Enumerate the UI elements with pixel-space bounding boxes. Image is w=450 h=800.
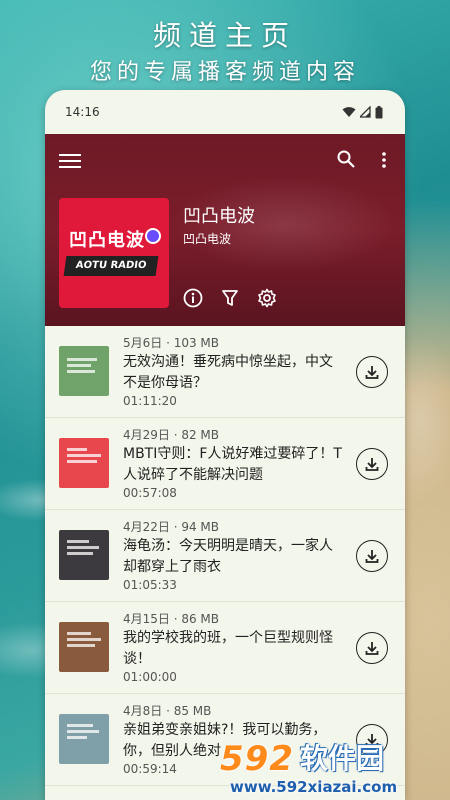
episode-date-size: 4月15日 · 86 MB (123, 612, 220, 626)
thumb-text-line (67, 730, 99, 733)
thumb-text-line (67, 552, 93, 555)
channel-author: 凹凸电波 (183, 232, 232, 246)
episode-title: MBTI守则：F人说好难过要碎了！T人说碎了不能解决问题 (123, 446, 342, 483)
site-watermark: 592 软件园 www.592xiazai.com (220, 742, 450, 800)
cover-band: AOTU RADIO (63, 256, 159, 276)
episode-thumbnail (59, 438, 109, 488)
channel-cover: 凹凸电波 AOTU RADIO (59, 198, 169, 308)
episode-title: 无效沟通！垂死病中惊坐起，中文不是你母语？ (123, 354, 333, 391)
promo-subtitle: 您的专属播客频道内容 (89, 60, 360, 85)
menu-icon-bar (59, 166, 81, 168)
episode-title: 海龟汤：今天明明是晴天，一家人却都穿上了雨衣 (123, 538, 333, 575)
channel-header: 凹凸电波 AOTU RADIO 凹凸电波 凹凸电波 (45, 134, 405, 326)
thumb-text-line (67, 540, 89, 543)
episode-thumbnail (59, 530, 109, 580)
episode-title: 我的学校我的班，一个巨型规则怪谈！ (123, 630, 333, 667)
header-actions (183, 288, 277, 308)
thumb-text-line (67, 736, 87, 739)
episode-thumbnail (59, 714, 109, 764)
battery-icon (375, 105, 383, 118)
cover-logo: 凹凸电波 (69, 230, 145, 251)
episode-duration: 01:11:20 (123, 394, 177, 408)
episode-date-size: 4月29日 · 82 MB (123, 428, 220, 442)
episode-duration: 00:57:08 (123, 486, 177, 500)
episode-duration: 01:00:00 (123, 670, 177, 684)
channel-title: 凹凸电波 (183, 206, 255, 227)
episode-date-size: 5月6日 · 103 MB (123, 336, 220, 350)
thumb-text-line (67, 638, 101, 641)
thumb-text-line (67, 454, 101, 457)
watermark-url: www.592xiazai.com (230, 778, 398, 796)
thumb-text-line (67, 370, 95, 373)
menu-icon-bar (59, 160, 81, 162)
thumb-text-line (67, 364, 91, 367)
episode-thumbnail (59, 346, 109, 396)
status-icons (342, 105, 383, 119)
more-vert-icon[interactable] (381, 152, 387, 168)
thumb-text-line (67, 546, 99, 549)
phone-screen: 14:16 凹凸电波 AOTU RADIO 凹凸电波 凹凸电波 5月6日 · 1… (45, 90, 405, 800)
cover-badge-icon (145, 228, 161, 244)
list-item[interactable]: 4月22日 · 94 MB 海龟汤：今天明明是晴天，一家人却都穿上了雨衣 01:… (45, 510, 405, 602)
episode-date-size: 4月8日 · 85 MB (123, 704, 212, 718)
thumb-text-line (67, 448, 87, 451)
promo-title: 频道主页 (152, 19, 297, 52)
thumb-text-line (67, 632, 91, 635)
watermark-number: 592 (220, 739, 294, 779)
list-item[interactable]: 4月15日 · 86 MB 我的学校我的班，一个巨型规则怪谈！ 01:00:00 (45, 602, 405, 694)
episode-duration: 00:59:14 (123, 762, 177, 776)
download-button[interactable] (356, 448, 388, 480)
filter-icon[interactable] (221, 289, 239, 307)
search-icon[interactable] (337, 150, 355, 168)
wifi-icon (342, 107, 356, 117)
episode-duration: 01:05:33 (123, 578, 177, 592)
download-button[interactable] (356, 540, 388, 572)
episode-thumbnail (59, 622, 109, 672)
status-bar: 14:16 (45, 90, 405, 134)
thumb-text-line (67, 358, 97, 361)
status-time: 14:16 (65, 105, 100, 119)
list-item[interactable]: 5月6日 · 103 MB 无效沟通！垂死病中惊坐起，中文不是你母语？ 01:1… (45, 326, 405, 418)
download-icon (365, 366, 379, 379)
thumb-text-line (67, 460, 97, 463)
download-icon (365, 458, 379, 471)
thumb-text-line (67, 724, 93, 727)
download-icon (365, 550, 379, 563)
signal-icon (360, 106, 371, 118)
download-button[interactable] (356, 632, 388, 664)
thumb-text-line (67, 644, 95, 647)
episode-list: 5月6日 · 103 MB 无效沟通！垂死病中惊坐起，中文不是你母语？ 01:1… (45, 326, 405, 786)
settings-icon[interactable] (257, 288, 277, 308)
episode-date-size: 4月22日 · 94 MB (123, 520, 220, 534)
download-button[interactable] (356, 356, 388, 388)
download-icon (365, 642, 379, 655)
menu-icon-bar (59, 154, 81, 156)
watermark-brand: 软件园 (299, 742, 384, 775)
list-item[interactable]: 4月29日 · 82 MB MBTI守则：F人说好难过要碎了！T人说碎了不能解决… (45, 418, 405, 510)
info-icon[interactable] (183, 288, 203, 308)
menu-button[interactable] (59, 154, 81, 170)
